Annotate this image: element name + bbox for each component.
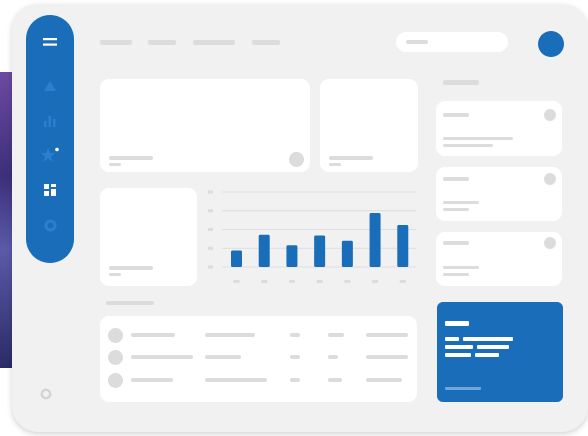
card-status-dot <box>289 152 304 167</box>
settings-icon[interactable] <box>40 388 52 400</box>
bar-chart-icon[interactable] <box>26 114 74 128</box>
chart-bar[interactable] <box>397 225 409 267</box>
search-field[interactable] <box>396 32 508 52</box>
row-cell <box>205 378 267 382</box>
summary-card-small <box>320 79 418 172</box>
row-cell <box>205 355 241 359</box>
highlight-card-line <box>463 337 513 341</box>
star-badge-dot <box>55 147 59 152</box>
y-tick-label <box>208 246 213 250</box>
ring-icon[interactable] <box>26 218 74 232</box>
chart-bar[interactable] <box>369 213 381 267</box>
triangle-icon[interactable] <box>26 80 74 92</box>
row-cell <box>131 378 173 382</box>
highlight-card-line <box>445 345 473 349</box>
row-cell <box>366 355 408 359</box>
panel-card-1[interactable] <box>436 101 562 156</box>
avatar[interactable] <box>538 31 564 57</box>
star-icon[interactable] <box>26 147 74 163</box>
row-cell <box>290 355 300 359</box>
search-placeholder <box>406 40 428 44</box>
highlight-card-footer <box>445 387 481 390</box>
highlight-card-line <box>477 345 509 349</box>
panel-title <box>443 80 479 85</box>
sidebar <box>26 15 74 263</box>
row-cell <box>131 333 175 337</box>
panel-card-status <box>544 173 556 185</box>
table-title <box>106 301 154 305</box>
row-cell <box>290 378 300 382</box>
highlight-card-line <box>475 353 499 357</box>
highlight-card[interactable] <box>437 302 563 402</box>
chart-bar[interactable] <box>314 235 326 268</box>
summary-card-large <box>100 79 310 172</box>
chart-bar[interactable] <box>341 240 353 267</box>
row-avatar <box>108 328 123 343</box>
panel-card-line <box>443 208 469 211</box>
y-tick-label <box>208 265 213 269</box>
panel-card-line <box>443 201 479 204</box>
x-tick-label <box>399 280 406 283</box>
panel-card-3[interactable] <box>436 232 562 286</box>
panel-card-status <box>544 237 556 249</box>
row-avatar <box>108 373 123 388</box>
nav-item-4[interactable] <box>252 40 280 45</box>
row-cell <box>366 378 402 382</box>
card-sublabel <box>109 163 121 166</box>
x-tick-label <box>288 280 295 283</box>
card-sublabel <box>109 273 121 276</box>
row-cell <box>328 378 342 382</box>
x-tick-label <box>233 280 240 283</box>
chart-bar[interactable] <box>258 234 270 267</box>
panel-card-line <box>443 144 493 147</box>
row-cell <box>328 355 338 359</box>
y-tick-label <box>208 190 213 194</box>
dashboard-icon[interactable] <box>26 183 74 197</box>
row-cell <box>131 355 193 359</box>
nav-item-1[interactable] <box>100 40 132 45</box>
x-tick-label <box>344 280 351 283</box>
highlight-card-title <box>445 321 469 326</box>
highlight-card-line <box>445 337 459 341</box>
card-label <box>329 156 373 160</box>
nav-item-2[interactable] <box>148 40 176 45</box>
panel-card-status <box>544 109 556 121</box>
panel-card-2[interactable] <box>436 167 562 221</box>
menu-icon[interactable] <box>26 35 74 49</box>
data-table <box>100 316 417 402</box>
info-card <box>100 188 197 286</box>
card-sublabel <box>329 163 341 166</box>
row-cell <box>328 333 344 337</box>
x-tick-label <box>316 280 323 283</box>
card-label <box>109 266 153 270</box>
row-cell <box>366 333 408 337</box>
x-tick-label <box>261 280 268 283</box>
bar-chart <box>208 190 416 283</box>
highlight-card-line <box>445 353 471 357</box>
y-tick-label <box>208 209 213 213</box>
x-tick-label <box>372 280 379 283</box>
card-label <box>109 156 153 160</box>
panel-card-title <box>443 241 469 245</box>
panel-card-title <box>443 113 469 117</box>
y-tick-label <box>208 228 213 231</box>
nav-item-3[interactable] <box>193 40 235 45</box>
row-avatar <box>108 350 123 365</box>
panel-card-title <box>443 177 469 181</box>
chart-bar[interactable] <box>286 245 298 267</box>
row-cell <box>205 333 255 337</box>
panel-card-line <box>443 137 513 140</box>
panel-card-line <box>443 266 479 269</box>
panel-card-line <box>443 273 469 276</box>
row-cell <box>290 333 300 337</box>
chart-bar[interactable] <box>231 250 242 268</box>
